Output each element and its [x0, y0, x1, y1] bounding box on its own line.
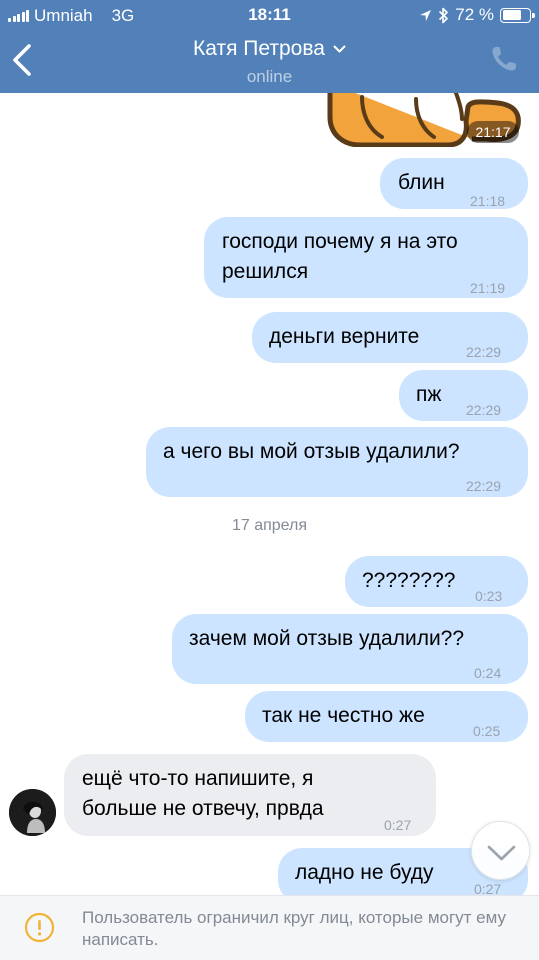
sticker-timestamp: 21:17	[467, 121, 519, 143]
message-bubble-outgoing[interactable]: господи почему я на это решился 21:19	[204, 217, 528, 298]
message-time: 22:29	[466, 478, 502, 494]
online-status: online	[246, 67, 293, 86]
location-arrow-icon	[420, 9, 432, 21]
restriction-footer: Пользователь ограничил круг лиц, которые…	[0, 895, 539, 960]
message-bubble-outgoing[interactable]: деньги верните 22:29	[252, 312, 528, 363]
message-bubble-outgoing[interactable]: пж 22:29	[399, 370, 528, 421]
chat-title-group[interactable]: Катя Петрова online	[0, 37, 539, 87]
phone-icon[interactable]	[489, 44, 519, 74]
message-text-line: ещё что-то напишите, я	[82, 767, 314, 790]
message-list[interactable]: 21:17 блин 21:18 господи почему я на это…	[0, 93, 539, 895]
message-text-line: решился	[222, 260, 309, 283]
battery-icon	[500, 7, 535, 23]
message-time: 21:18	[470, 193, 506, 209]
message-bubble-outgoing[interactable]: ???????? 0:23	[345, 556, 528, 607]
message-text: зачем мой отзыв удалили??	[189, 627, 465, 650]
warning-icon	[24, 912, 55, 943]
message-text: пж	[416, 383, 442, 406]
battery-percentage: 72 %	[455, 5, 494, 24]
message-bubble-outgoing[interactable]: блин 21:18	[380, 158, 528, 209]
restriction-notice: Пользователь ограничил круг лиц, которые…	[82, 908, 507, 949]
message-time: 22:29	[466, 402, 502, 418]
message-time: 21:19	[470, 280, 506, 296]
chevron-down-icon[interactable]	[472, 822, 531, 881]
date-divider: 17 апреля	[231, 517, 308, 534]
message-text: так не честно же	[262, 704, 425, 727]
message-text: блин	[398, 171, 445, 194]
message-bubble-outgoing[interactable]: зачем мой отзыв удалили?? 0:24	[172, 614, 528, 684]
message-time: 0:27	[384, 817, 412, 833]
chevron-down-icon[interactable]	[333, 45, 346, 54]
avatar[interactable]	[9, 789, 56, 836]
chat-header: Umniah 3G 18:11 72 % Катя Петрова online	[0, 0, 539, 93]
status-bar: Umniah 3G 18:11 72 %	[0, 0, 539, 30]
message-text: ????????	[362, 569, 456, 592]
bluetooth-icon	[439, 7, 449, 23]
message-bubble-incoming[interactable]: ещё что-то напишите, я больше не отвечу,…	[64, 754, 436, 836]
message-time: 0:23	[475, 588, 503, 604]
message-text: ладно не буду	[295, 861, 434, 884]
message-time: 0:24	[474, 665, 502, 681]
message-text-line: больше не отвечу, првда	[82, 797, 324, 820]
message-time: 0:25	[473, 723, 501, 739]
message-text: деньги верните	[269, 325, 420, 348]
status-right-group: 72 %	[419, 5, 535, 25]
avatar-photo	[9, 789, 56, 836]
message-text: а чего вы мой отзыв удалили?	[163, 440, 460, 463]
scroll-down-button[interactable]	[471, 821, 530, 880]
chat-title[interactable]: Катя Петрова	[193, 37, 325, 61]
message-bubble-outgoing[interactable]: так не честно же 0:25	[245, 691, 528, 742]
message-text-line: господи почему я на это	[222, 230, 458, 253]
message-time: 22:29	[466, 344, 502, 360]
message-bubble-outgoing[interactable]: а чего вы мой отзыв удалили? 22:29	[146, 427, 528, 497]
